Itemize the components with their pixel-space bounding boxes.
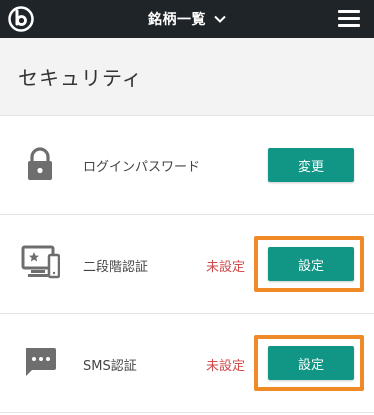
lock-icon xyxy=(28,147,52,180)
app-header: 銘柄一覧 xyxy=(0,0,374,38)
change-password-button[interactable]: 変更 xyxy=(268,148,354,182)
list-item-two-factor-auth: 二段階認証 未設定 設定 xyxy=(0,215,374,314)
chat-bubble-icon xyxy=(26,348,56,376)
list-item-sms-auth: SMS認証 未設定 設定 xyxy=(0,314,374,413)
status-badge: 未設定 xyxy=(206,359,246,374)
setup-two-factor-button[interactable]: 設定 xyxy=(268,247,354,281)
header-title: 銘柄一覧 xyxy=(148,12,206,28)
page-title: セキュリティ xyxy=(18,66,143,90)
row-label: ログインパスワード xyxy=(83,160,201,175)
row-label: SMS認証 xyxy=(83,359,137,374)
setup-sms-button[interactable]: 設定 xyxy=(268,346,354,380)
status-badge: 未設定 xyxy=(206,260,246,275)
list-item-login-password: ログインパスワード 変更 xyxy=(0,116,374,215)
chevron-down-icon xyxy=(214,15,226,23)
monitor-star-icon xyxy=(21,245,60,279)
security-settings-list: ログインパスワード 変更 二段階認証 未設定 設定 SMS認証 未設定 設定 xyxy=(0,115,374,415)
row-label: 二段階認証 xyxy=(83,260,149,275)
security-page: セキュリティ ログインパスワード 変更 二段階認証 未設定 設定 SMS認証 未… xyxy=(0,38,374,415)
hamburger-icon[interactable] xyxy=(338,10,360,28)
header-title-dropdown[interactable]: 銘柄一覧 xyxy=(0,0,374,38)
